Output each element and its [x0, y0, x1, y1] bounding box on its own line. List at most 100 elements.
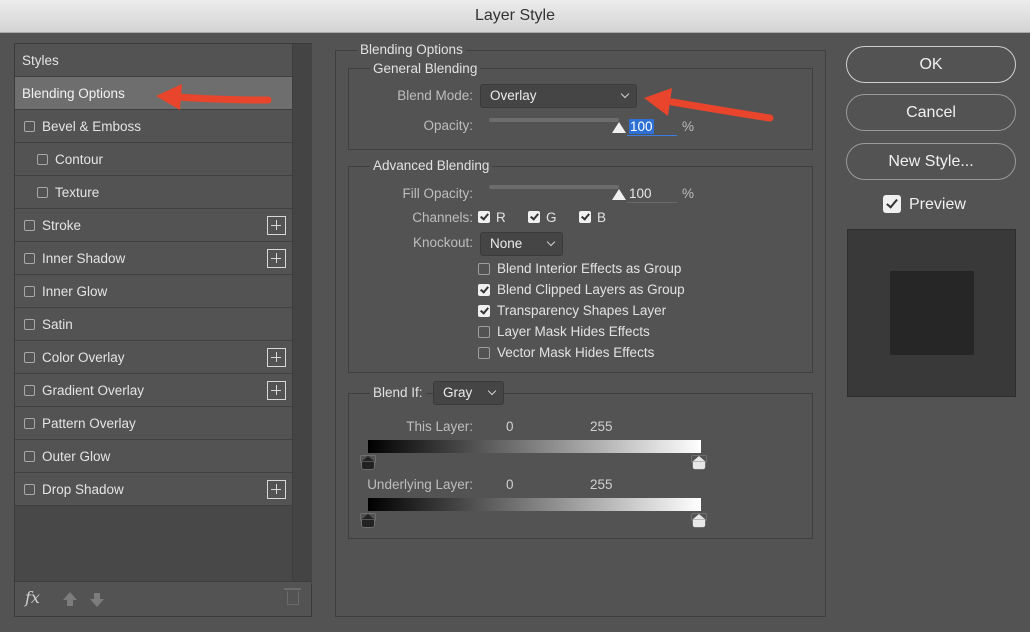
style-item-outer-glow[interactable]: Outer Glow: [15, 440, 292, 473]
style-item-label: Satin: [42, 317, 73, 332]
channel-r-checkbox[interactable]: [478, 211, 490, 223]
chevron-down-icon: [620, 89, 630, 99]
annotation-arrow-icon: [156, 84, 272, 110]
add-effect-icon[interactable]: [267, 216, 286, 235]
style-checkbox[interactable]: [24, 220, 35, 231]
preview-thumbnail: [847, 229, 1016, 397]
style-checkbox[interactable]: [24, 484, 35, 495]
style-item-label: Drop Shadow: [42, 482, 124, 497]
blend-if-value: Gray: [443, 385, 473, 400]
add-effect-icon[interactable]: [267, 348, 286, 367]
fill-opacity-input[interactable]: 100: [627, 185, 677, 203]
underlying-layer-max: 255: [590, 477, 613, 492]
fill-opacity-label: Fill Opacity:: [402, 186, 473, 201]
option-checkbox[interactable]: [478, 305, 490, 317]
blend-if-select[interactable]: Gray: [433, 381, 504, 405]
style-checkbox[interactable]: [24, 253, 35, 264]
style-item-label: Styles: [22, 53, 59, 68]
option-checkbox[interactable]: [478, 326, 490, 338]
channel-g-label: G: [546, 210, 557, 225]
blend-mode-value: Overlay: [490, 88, 537, 103]
option-label: Layer Mask Hides Effects: [497, 324, 650, 339]
knockout-label: Knockout:: [412, 235, 473, 250]
opacity-slider[interactable]: [489, 118, 619, 122]
move-up-icon[interactable]: [63, 592, 77, 606]
blend-if-label: Blend If:: [370, 385, 426, 400]
style-checkbox[interactable]: [24, 121, 35, 132]
advanced-blending-title: Advanced Blending: [370, 158, 493, 173]
style-item-label: Gradient Overlay: [42, 383, 145, 398]
trash-icon[interactable]: [284, 588, 301, 605]
option-label: Transparency Shapes Layer: [497, 303, 667, 318]
preview-swatch: [890, 271, 974, 355]
opacity-slider-thumb[interactable]: [612, 122, 626, 133]
channels-label: Channels:: [412, 210, 473, 225]
style-checkbox[interactable]: [24, 286, 35, 297]
preview-label: Preview: [909, 196, 966, 213]
option-label: Vector Mask Hides Effects: [497, 345, 655, 360]
option-checkbox[interactable]: [478, 284, 490, 296]
blend-if-group: [348, 393, 813, 539]
knockout-value: None: [490, 236, 523, 251]
style-item-styles[interactable]: Styles: [15, 44, 292, 77]
channel-g-checkbox[interactable]: [528, 211, 540, 223]
style-checkbox[interactable]: [24, 418, 35, 429]
fx-icon[interactable]: fx: [25, 588, 40, 607]
style-checkbox[interactable]: [24, 385, 35, 396]
knockout-select[interactable]: None: [480, 232, 563, 256]
this-layer-max: 255: [590, 419, 613, 434]
chevron-down-icon: [546, 237, 556, 247]
annotation-arrow-icon: [644, 88, 774, 122]
style-item-color-overlay[interactable]: Color Overlay: [15, 341, 292, 374]
option-checkbox[interactable]: [478, 263, 490, 275]
option-checkbox[interactable]: [478, 347, 490, 359]
blend-mode-select[interactable]: Overlay: [480, 84, 637, 108]
underlying-layer-white-handle[interactable]: [692, 514, 706, 527]
style-item-contour[interactable]: Contour: [15, 143, 292, 176]
add-effect-icon[interactable]: [267, 381, 286, 400]
fill-opacity-slider-thumb[interactable]: [612, 189, 626, 200]
style-item-pattern-overlay[interactable]: Pattern Overlay: [15, 407, 292, 440]
style-item-label: Inner Shadow: [42, 251, 126, 266]
style-checkbox[interactable]: [24, 352, 35, 363]
window-title: Layer Style: [0, 0, 1030, 33]
style-item-label: Stroke: [42, 218, 82, 233]
styles-panel: Styles Blending Options Bevel & Emboss Cont…: [14, 43, 312, 617]
ok-button[interactable]: OK: [846, 46, 1016, 83]
fill-opacity-percent: %: [682, 186, 695, 201]
underlying-layer-black-handle[interactable]: [361, 514, 375, 527]
this-layer-min: 0: [506, 419, 514, 434]
style-item-inner-glow[interactable]: Inner Glow: [15, 275, 292, 308]
add-effect-icon[interactable]: [267, 480, 286, 499]
this-layer-white-handle[interactable]: [692, 456, 706, 469]
style-item-drop-shadow[interactable]: Drop Shadow: [15, 473, 292, 506]
this-layer-black-handle[interactable]: [361, 456, 375, 469]
opacity-label: Opacity:: [423, 118, 473, 133]
style-item-label: Blending Options: [22, 86, 125, 101]
style-checkbox[interactable]: [24, 451, 35, 462]
new-style-button[interactable]: New Style...: [846, 143, 1016, 180]
style-checkbox[interactable]: [37, 187, 48, 198]
styles-scrollbar[interactable]: [292, 44, 312, 584]
style-item-label: Inner Glow: [42, 284, 108, 299]
option-label: Blend Clipped Layers as Group: [497, 282, 685, 297]
blending-options-title: Blending Options: [357, 42, 466, 57]
chevron-down-icon: [487, 386, 497, 396]
channel-r-label: R: [496, 210, 506, 225]
style-item-label: Color Overlay: [42, 350, 125, 365]
style-checkbox[interactable]: [24, 319, 35, 330]
style-item-inner-shadow[interactable]: Inner Shadow: [15, 242, 292, 275]
style-item-label: Bevel & Emboss: [42, 119, 142, 134]
style-item-gradient-overlay[interactable]: Gradient Overlay: [15, 374, 292, 407]
styles-panel-footer: fx: [15, 581, 311, 616]
preview-checkbox[interactable]: [883, 195, 901, 213]
fill-opacity-slider[interactable]: [489, 185, 619, 189]
cancel-button[interactable]: Cancel: [846, 94, 1016, 131]
style-checkbox[interactable]: [37, 154, 48, 165]
style-item-satin[interactable]: Satin: [15, 308, 292, 341]
style-item-texture[interactable]: Texture: [15, 176, 292, 209]
channel-b-checkbox[interactable]: [579, 211, 591, 223]
style-item-label: Outer Glow: [42, 449, 111, 464]
style-item-stroke[interactable]: Stroke: [15, 209, 292, 242]
add-effect-icon[interactable]: [267, 249, 286, 268]
